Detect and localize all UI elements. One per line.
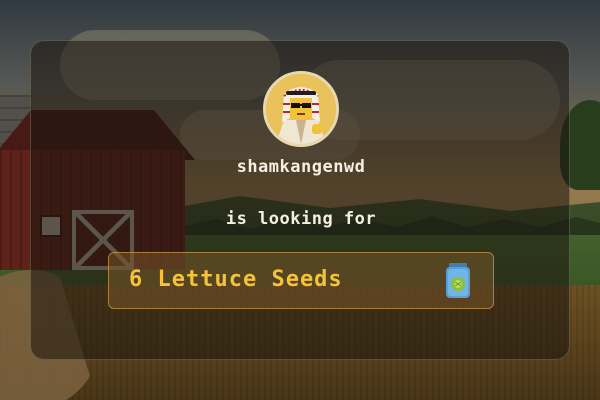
requested-item-box: 6 Lettuce Seeds: [108, 252, 494, 309]
username: shamkangenwd: [236, 157, 366, 177]
requested-item-label: 6 Lettuce Seeds: [129, 267, 343, 292]
seed-packet-icon: [445, 263, 471, 299]
avatar-icon: [263, 71, 339, 147]
looking-for-label: is looking for: [225, 209, 377, 229]
request-card: shamkangenwd is looking for 6 Lettuce Se…: [30, 40, 570, 360]
